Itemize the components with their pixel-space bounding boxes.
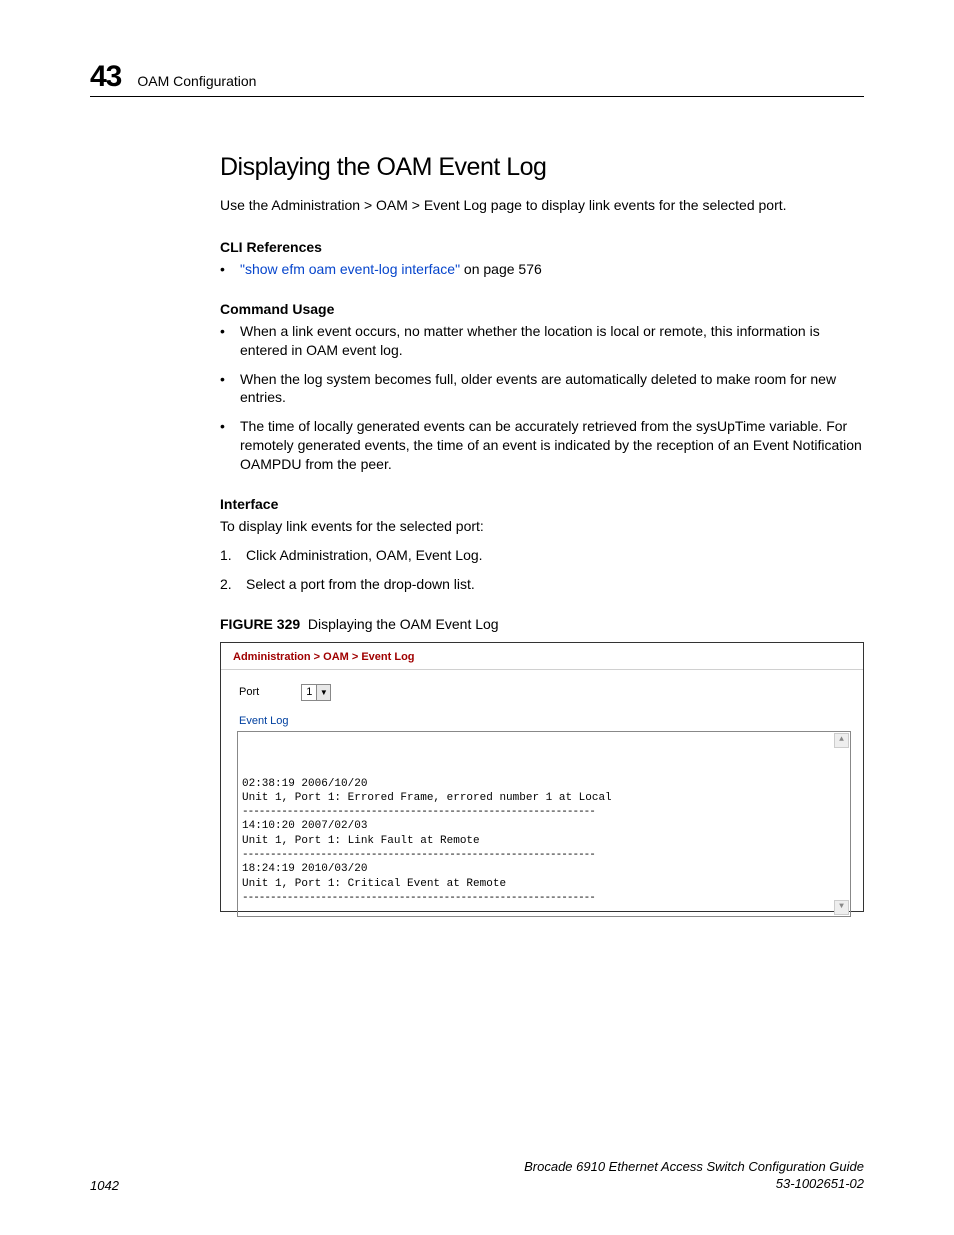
bullet-icon: •	[220, 260, 230, 279]
log-line: 02:38:19 2006/10/20	[242, 778, 367, 790]
usage-item: • When the log system becomes full, olde…	[220, 370, 864, 408]
usage-item: • When a link event occurs, no matter wh…	[220, 322, 864, 360]
interface-heading: Interface	[220, 496, 864, 512]
usage-heading: Command Usage	[220, 301, 864, 317]
doc-number: 53-1002651-02	[776, 1176, 864, 1191]
footer-right: Brocade 6910 Ethernet Access Switch Conf…	[524, 1159, 864, 1193]
step-number: 2.	[220, 575, 236, 594]
log-line: Unit 1, Port 1: Critical Event at Remote	[242, 878, 506, 890]
figure-title: Displaying the OAM Event Log	[308, 616, 499, 632]
chapter-number: 43	[90, 60, 121, 94]
interface-intro: To display link events for the selected …	[220, 517, 864, 536]
figure-label: FIGURE 329	[220, 616, 300, 632]
log-line: Unit 1, Port 1: Link Fault at Remote	[242, 835, 480, 847]
log-divider: ----------------------------------------…	[242, 892, 595, 904]
step-text: Click Administration, OAM, Event Log.	[246, 546, 483, 565]
usage-item: • The time of locally generated events c…	[220, 417, 864, 474]
guide-title: Brocade 6910 Ethernet Access Switch Conf…	[524, 1159, 864, 1174]
port-row: Port 1 ▼	[239, 684, 851, 701]
cli-link-suffix: on page 576	[460, 261, 542, 277]
page-number: 1042	[90, 1178, 119, 1193]
scroll-up-icon[interactable]: ▲	[834, 733, 849, 748]
step-number: 1.	[220, 546, 236, 565]
eventlog-label: Event Log	[239, 715, 851, 727]
log-line: 14:10:20 2007/02/03	[242, 820, 367, 832]
chevron-down-icon: ▼	[316, 685, 330, 700]
usage-text: The time of locally generated events can…	[240, 417, 864, 474]
step-item: 2. Select a port from the drop-down list…	[220, 575, 864, 594]
section-intro: Use the Administration > OAM > Event Log…	[220, 196, 864, 215]
port-value: 1	[302, 686, 316, 698]
log-line: 18:24:19 2010/03/20	[242, 863, 367, 875]
screenshot-panel: Administration > OAM > Event Log Port 1 …	[220, 642, 864, 912]
log-line: Unit 1, Port 1: Errored Frame, errored n…	[242, 792, 612, 804]
bullet-icon: •	[220, 322, 230, 341]
port-select[interactable]: 1 ▼	[301, 684, 331, 701]
log-divider: ----------------------------------------…	[242, 849, 595, 861]
interface-steps: 1. Click Administration, OAM, Event Log.…	[220, 546, 864, 594]
step-item: 1. Click Administration, OAM, Event Log.	[220, 546, 864, 565]
port-label: Port	[239, 686, 259, 698]
scroll-down-icon[interactable]: ▼	[834, 900, 849, 915]
page-header: 43 OAM Configuration	[90, 60, 864, 97]
cli-heading: CLI References	[220, 239, 864, 255]
bullet-icon: •	[220, 370, 230, 389]
chapter-title: OAM Configuration	[137, 73, 256, 89]
usage-list: • When a link event occurs, no matter wh…	[220, 322, 864, 474]
usage-text: When the log system becomes full, older …	[240, 370, 864, 408]
usage-text: When a link event occurs, no matter whet…	[240, 322, 864, 360]
bullet-icon: •	[220, 417, 230, 436]
eventlog-box[interactable]: ▲ ▼ 02:38:19 2006/10/20 Unit 1, Port 1: …	[237, 731, 851, 917]
breadcrumb: Administration > OAM > Event Log	[221, 651, 863, 670]
cli-link[interactable]: "show efm oam event-log interface"	[240, 261, 460, 277]
content-area: Displaying the OAM Event Log Use the Adm…	[220, 153, 864, 912]
cli-list: • "show efm oam event-log interface" on …	[220, 260, 864, 279]
step-text: Select a port from the drop-down list.	[246, 575, 475, 594]
page-footer: 1042 Brocade 6910 Ethernet Access Switch…	[90, 1159, 864, 1193]
section-title: Displaying the OAM Event Log	[220, 153, 864, 182]
figure-caption: FIGURE 329 Displaying the OAM Event Log	[220, 616, 864, 632]
log-divider: ----------------------------------------…	[242, 806, 595, 818]
cli-item: • "show efm oam event-log interface" on …	[220, 260, 864, 279]
